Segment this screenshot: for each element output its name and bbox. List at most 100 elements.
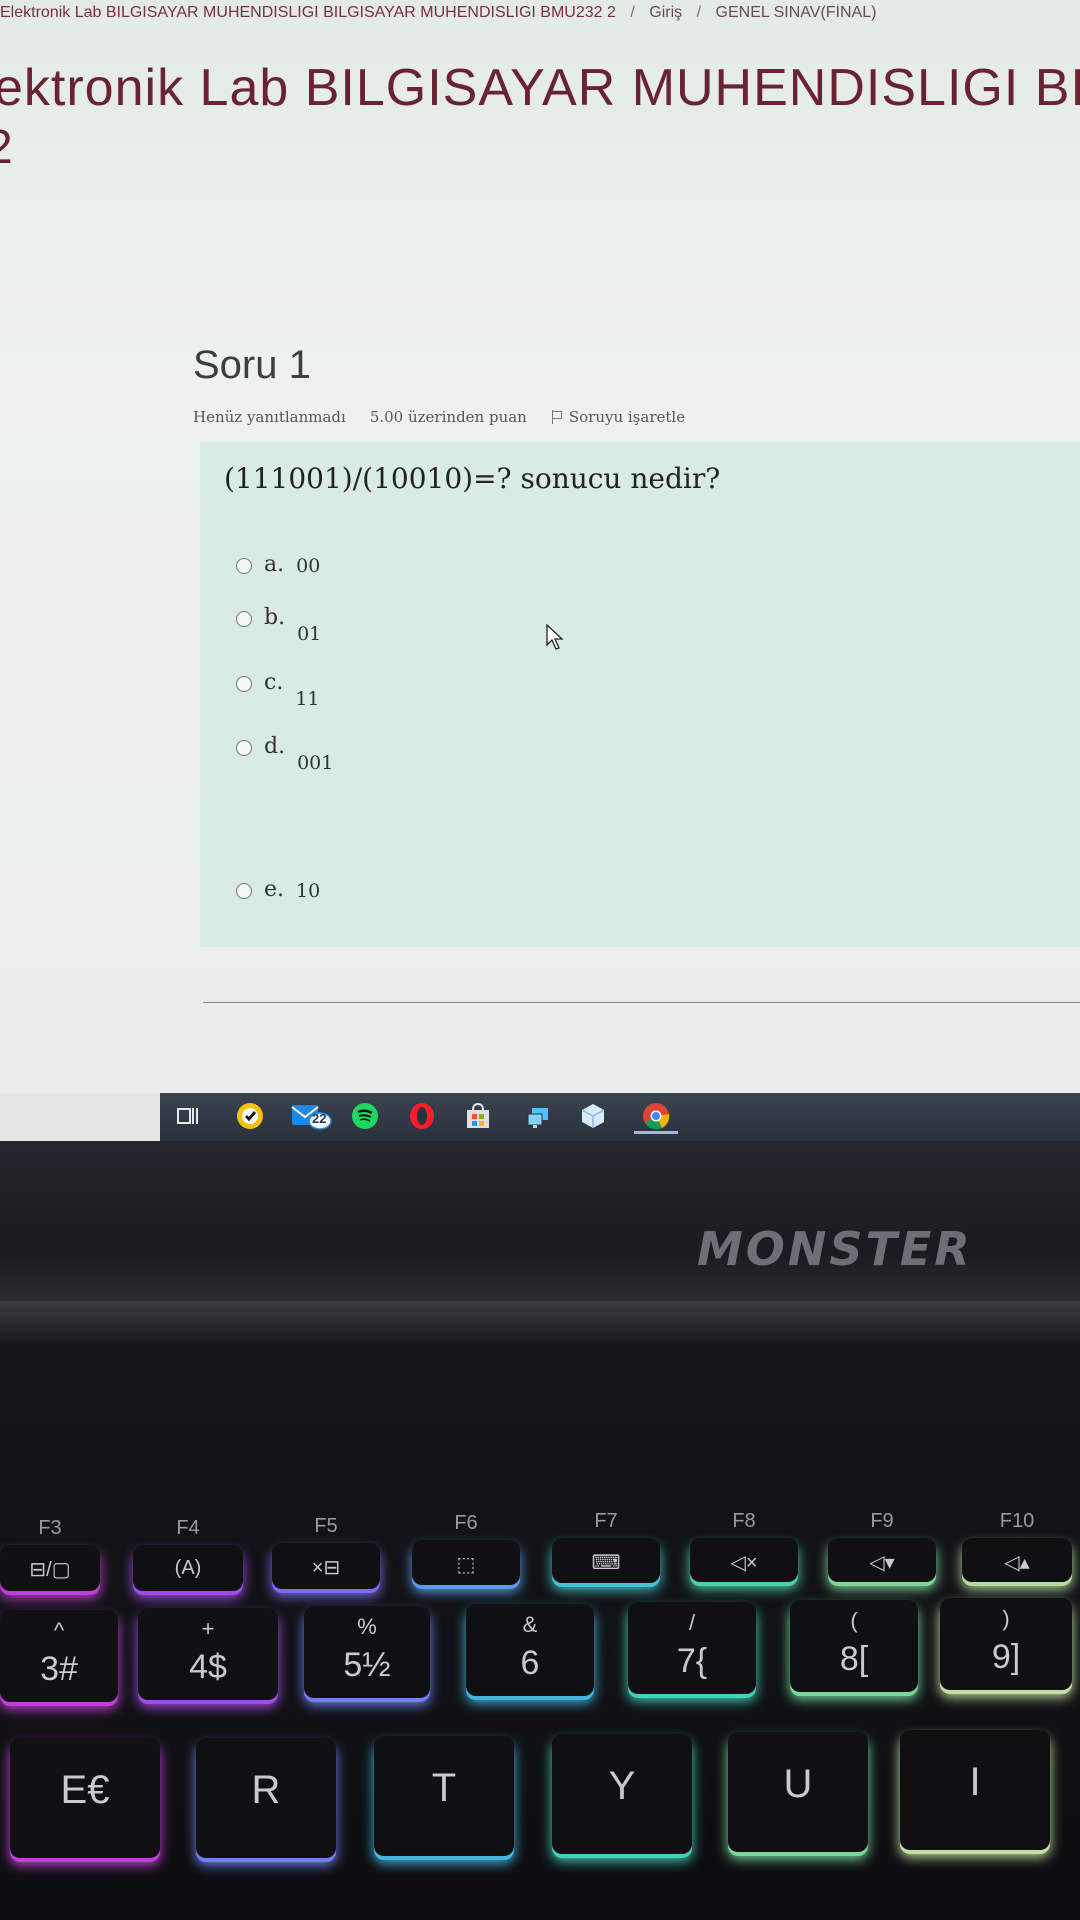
answer-option-a[interactable]: a. 00 <box>236 552 320 577</box>
option-letter: c. <box>264 670 284 695</box>
key-y[interactable]: Y <box>552 1734 692 1854</box>
key-label: F6 <box>454 1512 478 1534</box>
key-label: 3# <box>40 1650 78 1688</box>
box-icon[interactable] <box>578 1101 608 1131</box>
key-label: U <box>783 1762 813 1806</box>
option-letter: b. <box>264 605 286 630</box>
answer-option-b[interactable]: b. 01 <box>236 605 321 645</box>
key-label: 4$ <box>189 1648 227 1686</box>
network-icon[interactable] <box>523 1101 553 1131</box>
norton-icon[interactable] <box>235 1101 265 1131</box>
section-divider <box>203 1002 1080 1003</box>
flag-question-link[interactable]: Soruyu işaretle <box>551 408 685 426</box>
radio-button[interactable] <box>236 558 252 574</box>
key-r[interactable]: R <box>196 1738 336 1858</box>
key-4[interactable]: + 4$ <box>138 1608 278 1700</box>
radio-button[interactable] <box>236 676 252 692</box>
breadcrumb-separator: / <box>696 4 702 21</box>
key-t[interactable]: T <box>374 1736 514 1856</box>
breadcrumb-separator: / <box>630 4 635 21</box>
question-number: Soru 1 <box>193 343 311 387</box>
key-label: T <box>431 1766 457 1810</box>
mail-icon[interactable]: 22 <box>290 1101 332 1131</box>
option-value: 11 <box>295 688 320 710</box>
key-e[interactable]: E€ <box>10 1738 160 1858</box>
option-value: 01 <box>297 623 322 645</box>
option-value: 001 <box>297 752 334 774</box>
store-icon[interactable] <box>463 1101 493 1131</box>
mouse-cursor-icon <box>546 624 564 650</box>
key-f9[interactable]: F9 ◁▾ <box>828 1510 936 1582</box>
radio-button[interactable] <box>236 611 252 627</box>
key-u[interactable]: U <box>728 1732 868 1852</box>
key-icon: ◁▴ <box>1004 1552 1030 1574</box>
question-info: Henüz yanıtlanmadı 5.00 üzerinden puan S… <box>193 408 685 426</box>
breadcrumb-giris-link[interactable]: Giriş <box>649 4 682 21</box>
key-shift-label: + <box>201 1616 215 1641</box>
key-shift-label: ^ <box>53 1618 65 1643</box>
task-view-icon[interactable] <box>172 1101 202 1131</box>
key-8[interactable]: ( 8[ <box>790 1600 918 1692</box>
flag-question-label: Soruyu işaretle <box>568 408 686 426</box>
key-f3[interactable]: F3 ⊟/▢ <box>0 1517 100 1591</box>
opera-icon[interactable] <box>407 1101 437 1131</box>
course-title: ektronik Lab BILGISAYAR MUHENDISLIGI BIL <box>0 59 1080 117</box>
answer-option-e[interactable]: e. 10 <box>236 877 320 902</box>
key-label: 5½ <box>343 1646 391 1684</box>
answer-option-d[interactable]: d. 001 <box>236 734 333 774</box>
key-5[interactable]: % 5½ <box>304 1606 430 1698</box>
radio-button[interactable] <box>236 740 252 756</box>
key-f8[interactable]: F8 ◁× <box>690 1510 798 1582</box>
key-label: F3 <box>38 1517 62 1539</box>
key-icon: ⊟/▢ <box>29 1559 71 1581</box>
key-i[interactable]: I <box>900 1730 1050 1850</box>
key-label: F10 <box>999 1510 1035 1532</box>
option-value: 00 <box>296 555 321 577</box>
key-f7[interactable]: F7 ⌨ <box>552 1510 660 1583</box>
question-status: Henüz yanıtlanmadı <box>193 408 346 426</box>
key-shift-label: & <box>522 1612 538 1637</box>
key-label: F5 <box>314 1515 338 1537</box>
question-content-box: (111001)/(10010)=? sonucu nedir? a. 00 b… <box>200 442 1080 947</box>
key-shift-label: ( <box>850 1608 858 1633</box>
taskbar-screen-edge <box>0 1093 160 1141</box>
question-points: 5.00 üzerinden puan <box>369 408 527 426</box>
option-letter: a. <box>264 552 285 577</box>
key-label: F4 <box>176 1517 200 1539</box>
laptop-bezel <box>0 1141 1080 1301</box>
option-letter: e. <box>264 877 285 902</box>
key-label: E€ <box>60 1768 110 1812</box>
key-label: R <box>251 1768 281 1812</box>
mail-badge: 22 <box>312 1111 327 1126</box>
brand-logo: MONSTER <box>697 1222 973 1276</box>
key-label: 9] <box>991 1638 1021 1676</box>
breadcrumb-course-link[interactable]: Elektronik Lab BILGISAYAR MUHENDISLIGI B… <box>0 4 616 21</box>
option-value: 10 <box>296 880 321 902</box>
laptop-hinge <box>0 1301 1080 1341</box>
answer-option-c[interactable]: c. 11 <box>236 670 320 710</box>
key-3[interactable]: ^ 3# <box>0 1610 118 1702</box>
key-7[interactable]: / 7{ <box>628 1602 756 1694</box>
radio-button[interactable] <box>236 883 252 899</box>
key-6[interactable]: & 6 <box>466 1604 594 1696</box>
key-shift-label: % <box>357 1614 377 1639</box>
key-icon: ◁▾ <box>869 1552 895 1574</box>
key-shift-label: ) <box>1002 1606 1010 1631</box>
key-f6[interactable]: F6 ⬚ <box>412 1512 520 1585</box>
spotify-icon[interactable] <box>350 1101 380 1131</box>
option-letter: d. <box>264 734 286 759</box>
key-f4[interactable]: F4 (A) <box>133 1517 243 1591</box>
key-f5[interactable]: F5 ×⊟ <box>272 1515 380 1589</box>
breadcrumb-exam-link[interactable]: GENEL SINAV(FİNAL) <box>716 4 877 21</box>
flag-icon <box>551 410 563 424</box>
key-label: 6 <box>520 1644 540 1682</box>
key-label: F7 <box>594 1510 618 1532</box>
chrome-icon[interactable] <box>634 1101 678 1134</box>
key-label: Y <box>608 1764 636 1808</box>
key-9[interactable]: ) 9] <box>940 1598 1072 1690</box>
key-label: F8 <box>732 1510 756 1532</box>
key-f10[interactable]: F10 ◁▴ <box>962 1510 1072 1582</box>
question-text: (111001)/(10010)=? sonucu nedir? <box>224 462 721 495</box>
key-icon: ×⊟ <box>311 1557 341 1579</box>
key-label: 8[ <box>839 1640 869 1678</box>
